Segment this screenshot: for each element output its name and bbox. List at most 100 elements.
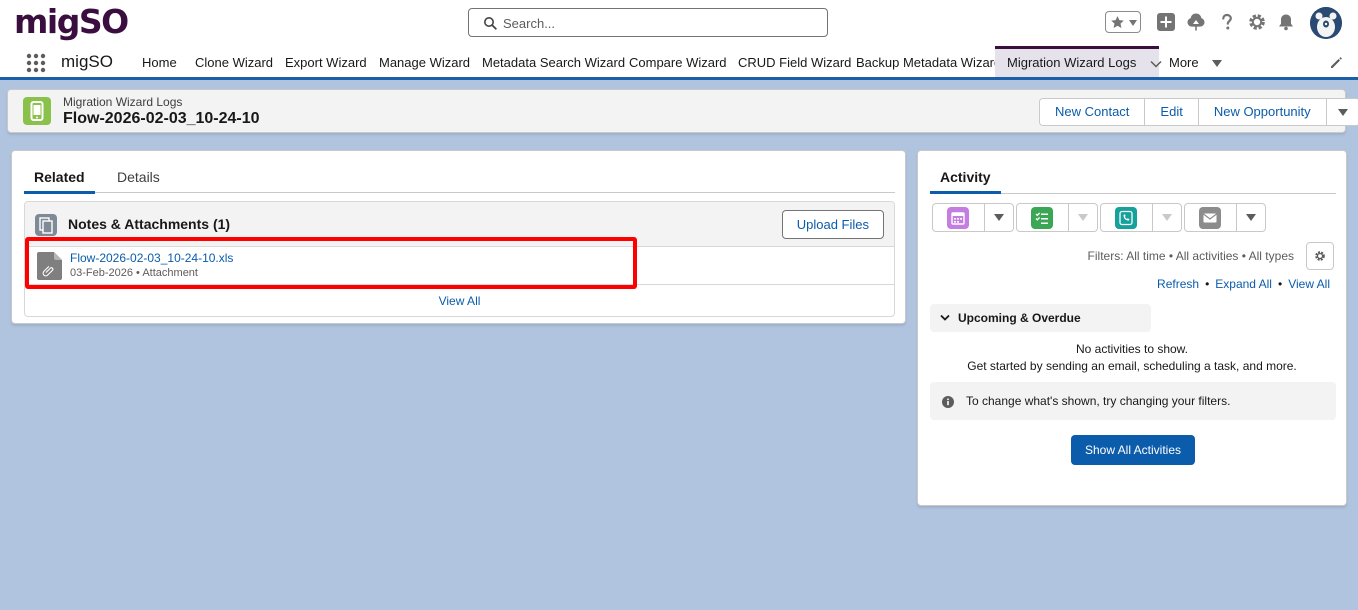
link-separator: • — [1205, 277, 1210, 291]
edit-button[interactable]: Edit — [1145, 99, 1199, 125]
caret-down-icon — [1162, 214, 1172, 221]
chevron-down-icon[interactable] — [1150, 60, 1162, 68]
nav-item-clone-wizard[interactable]: Clone Wizard — [195, 46, 273, 77]
nav-item-compare-wizard[interactable]: Compare Wizard — [629, 46, 727, 77]
show-all-activities-button[interactable]: Show All Activities — [1071, 435, 1195, 465]
activity-tabs: Activity — [930, 161, 1336, 194]
nav-item-home[interactable]: Home — [142, 46, 177, 77]
caret-down-icon — [1246, 214, 1256, 221]
activity-card: Activity Filters: All time • All activit… — [917, 150, 1347, 506]
filter-hint-box: To change what's shown, try changing you… — [930, 382, 1336, 420]
log-call-group — [1100, 203, 1182, 232]
nav-item-metadata-search-wizard[interactable]: Metadata Search Wizard — [482, 46, 625, 77]
attachment-file-link[interactable]: Flow-2026-02-03_10-24-10.xls — [70, 251, 233, 265]
related-card: Related Details Notes & Attachments (1) … — [11, 150, 906, 324]
upcoming-overdue-label: Upcoming & Overdue — [958, 311, 1081, 325]
upcoming-overdue-section-toggle[interactable]: Upcoming & Overdue — [930, 304, 1151, 332]
event-options-dropdown[interactable] — [985, 204, 1013, 231]
call-options-dropdown[interactable] — [1153, 204, 1181, 231]
activity-links-row: Refresh • Expand All • View All — [1157, 277, 1330, 291]
email-icon — [1199, 207, 1221, 229]
tab-related[interactable]: Related — [24, 168, 95, 194]
calendar-icon — [947, 207, 969, 229]
nav-more-label: More — [1169, 55, 1199, 70]
phone-icon — [1115, 207, 1137, 229]
gear-icon[interactable] — [1247, 12, 1267, 32]
global-header: migSO — [0, 0, 1358, 46]
app-launcher-icon[interactable] — [26, 53, 46, 73]
file-stack-icon — [35, 214, 57, 236]
search-input[interactable] — [503, 13, 813, 33]
migso-logo[interactable]: migSO — [14, 2, 129, 42]
document-stack-icon — [39, 217, 53, 234]
plus-icon[interactable] — [1156, 12, 1176, 32]
caret-down-icon — [1212, 60, 1223, 68]
caret-down-icon — [1337, 109, 1348, 116]
view-all-attachments-link[interactable]: View All — [25, 294, 894, 308]
mobile-device-icon — [30, 101, 44, 121]
no-activities-text: No activities to show. — [1075, 342, 1189, 356]
new-task-group — [1016, 203, 1098, 232]
nav-item-manage-wizard[interactable]: Manage Wizard — [379, 46, 470, 77]
activity-filter-settings-button[interactable] — [1306, 242, 1334, 270]
link-separator: • — [1277, 277, 1283, 291]
attachment-file-meta: 03-Feb-2026 • Attachment — [70, 267, 198, 279]
upload-files-button[interactable]: Upload Files — [781, 210, 884, 239]
send-email-group — [1184, 203, 1266, 232]
chevron-down-icon — [940, 314, 950, 321]
nav-item-backup-metadata-wizard[interactable]: Backup Metadata Wizard — [856, 46, 1001, 77]
favorites-button[interactable] — [1105, 11, 1141, 33]
astro-avatar-icon — [1310, 7, 1342, 39]
page-title: Flow-2026-02-03_10-24-10 — [63, 110, 260, 127]
new-opportunity-button[interactable]: New Opportunity — [1198, 99, 1327, 125]
get-started-text: Get started by sending an email, schedul… — [967, 359, 1297, 373]
more-actions-button[interactable] — [1326, 99, 1358, 125]
filter-hint-text: To change what's shown, try changing you… — [966, 394, 1231, 408]
chevron-down-icon — [1129, 20, 1137, 26]
record-object-label: Migration Wizard Logs — [63, 95, 183, 109]
new-event-group — [932, 203, 1014, 232]
gear-icon — [1315, 251, 1325, 261]
view-all-activity-link[interactable]: View All — [1288, 277, 1330, 291]
nav-item-export-wizard[interactable]: Export Wizard — [285, 46, 367, 77]
task-options-dropdown[interactable] — [1069, 204, 1097, 231]
tab-activity[interactable]: Activity — [930, 168, 1001, 194]
global-search[interactable] — [468, 8, 828, 37]
attachment-file-icon — [37, 252, 62, 280]
activity-filters-summary: Filters: All time • All activities • All… — [1087, 249, 1294, 263]
record-header: Migration Wizard Logs Flow-2026-02-03_10… — [7, 89, 1358, 133]
record-actions-group: New Contact Edit New Opportunity — [1039, 98, 1358, 126]
avatar-icon[interactable] — [1310, 7, 1342, 39]
expand-all-link[interactable]: Expand All — [1215, 277, 1272, 291]
notes-attachments-panel: Notes & Attachments (1) Upload Files Flo… — [24, 201, 895, 317]
star-icon — [1111, 16, 1124, 28]
new-task-button[interactable] — [1017, 204, 1069, 231]
task-list-icon — [1031, 207, 1053, 229]
send-email-button[interactable] — [1185, 204, 1237, 231]
edit-nav-pencil-icon[interactable] — [1329, 56, 1343, 70]
new-contact-button[interactable]: New Contact — [1040, 99, 1146, 125]
log-call-button[interactable] — [1101, 204, 1153, 231]
nav-more-menu[interactable]: More — [1169, 46, 1223, 77]
nav-item-active-label: Migration Wizard Logs — [1007, 55, 1137, 70]
refresh-link[interactable]: Refresh — [1157, 277, 1199, 291]
notes-attachments-header: Notes & Attachments (1) Upload Files — [25, 202, 894, 247]
caret-down-icon — [1078, 214, 1088, 221]
caret-down-icon — [994, 214, 1004, 221]
bell-icon[interactable] — [1276, 12, 1296, 32]
info-icon — [942, 396, 954, 408]
nav-item-migration-wizard-logs[interactable]: Migration Wizard Logs — [995, 46, 1162, 77]
nav-item-crud-field-wizard[interactable]: CRUD Field Wizard — [738, 46, 851, 77]
tab-details[interactable]: Details — [117, 168, 160, 186]
help-icon[interactable] — [1217, 12, 1237, 32]
record-tabs: Related Details — [24, 161, 895, 194]
app-name: migSO — [61, 52, 113, 71]
email-options-dropdown[interactable] — [1237, 204, 1265, 231]
search-icon — [484, 17, 497, 30]
list-item: Flow-2026-02-03_10-24-10.xls 03-Feb-2026… — [25, 247, 894, 285]
app-nav-bar: migSO Home Clone Wizard Export Wizard Ma… — [0, 46, 1358, 80]
setup-tree-icon[interactable] — [1186, 12, 1206, 32]
notes-attachments-title: Notes & Attachments (1) — [68, 216, 231, 232]
record-type-icon — [23, 97, 51, 125]
new-event-button[interactable] — [933, 204, 985, 231]
